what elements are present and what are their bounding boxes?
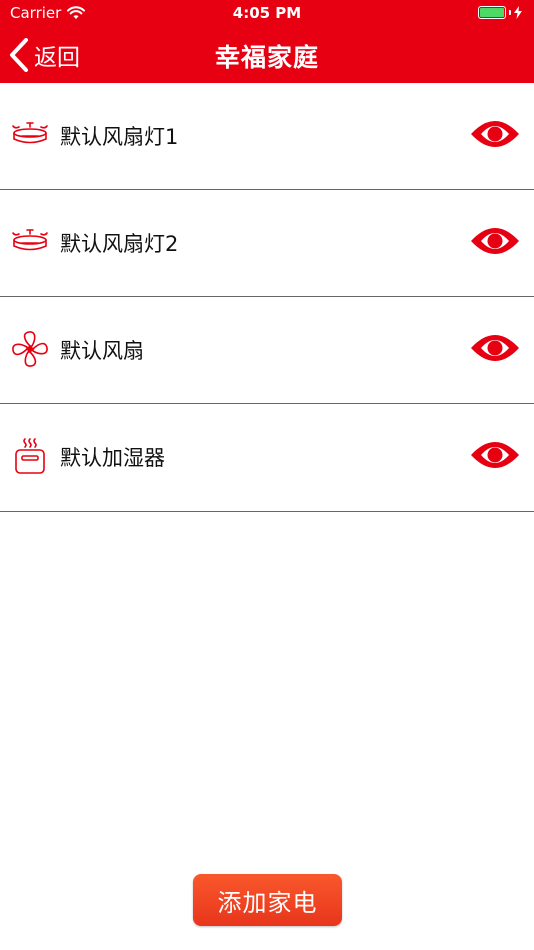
status-time: 4:05 PM (232, 4, 302, 22)
navigation-bar: 返回 幸福家庭 (0, 28, 534, 83)
battery-icon (478, 6, 506, 19)
device-name: 默认风扇灯1 (60, 125, 179, 149)
device-name: 默认加湿器 (60, 446, 165, 470)
device-name: 默认风扇 (60, 339, 144, 363)
device-row[interactable]: 默认风扇 (0, 297, 534, 404)
device-row[interactable]: 默认加湿器 (0, 404, 534, 512)
device-row[interactable]: 默认风扇灯1 (0, 83, 534, 190)
page-title: 幸福家庭 (214, 43, 319, 72)
eye-icon[interactable] (469, 328, 521, 368)
eye-icon[interactable] (469, 221, 521, 261)
status-bar: Carrier 4:05 PM (0, 0, 534, 28)
device-name: 默认风扇灯2 (60, 232, 179, 256)
device-list: 默认风扇灯1 默认风扇灯2 默认风扇 默认加湿器 (0, 83, 534, 512)
fan-icon (12, 331, 48, 367)
humidifier-icon (15, 438, 45, 474)
eye-icon[interactable] (469, 435, 521, 475)
ceiling-fan-light-icon (12, 122, 48, 144)
ceiling-fan-light-icon (12, 229, 48, 251)
eye-icon[interactable] (469, 114, 521, 154)
charging-bolt-icon (514, 6, 522, 19)
battery-indicator (478, 6, 522, 19)
add-appliance-button[interactable]: 添加家电 (193, 874, 342, 926)
device-row[interactable]: 默认风扇灯2 (0, 190, 534, 297)
